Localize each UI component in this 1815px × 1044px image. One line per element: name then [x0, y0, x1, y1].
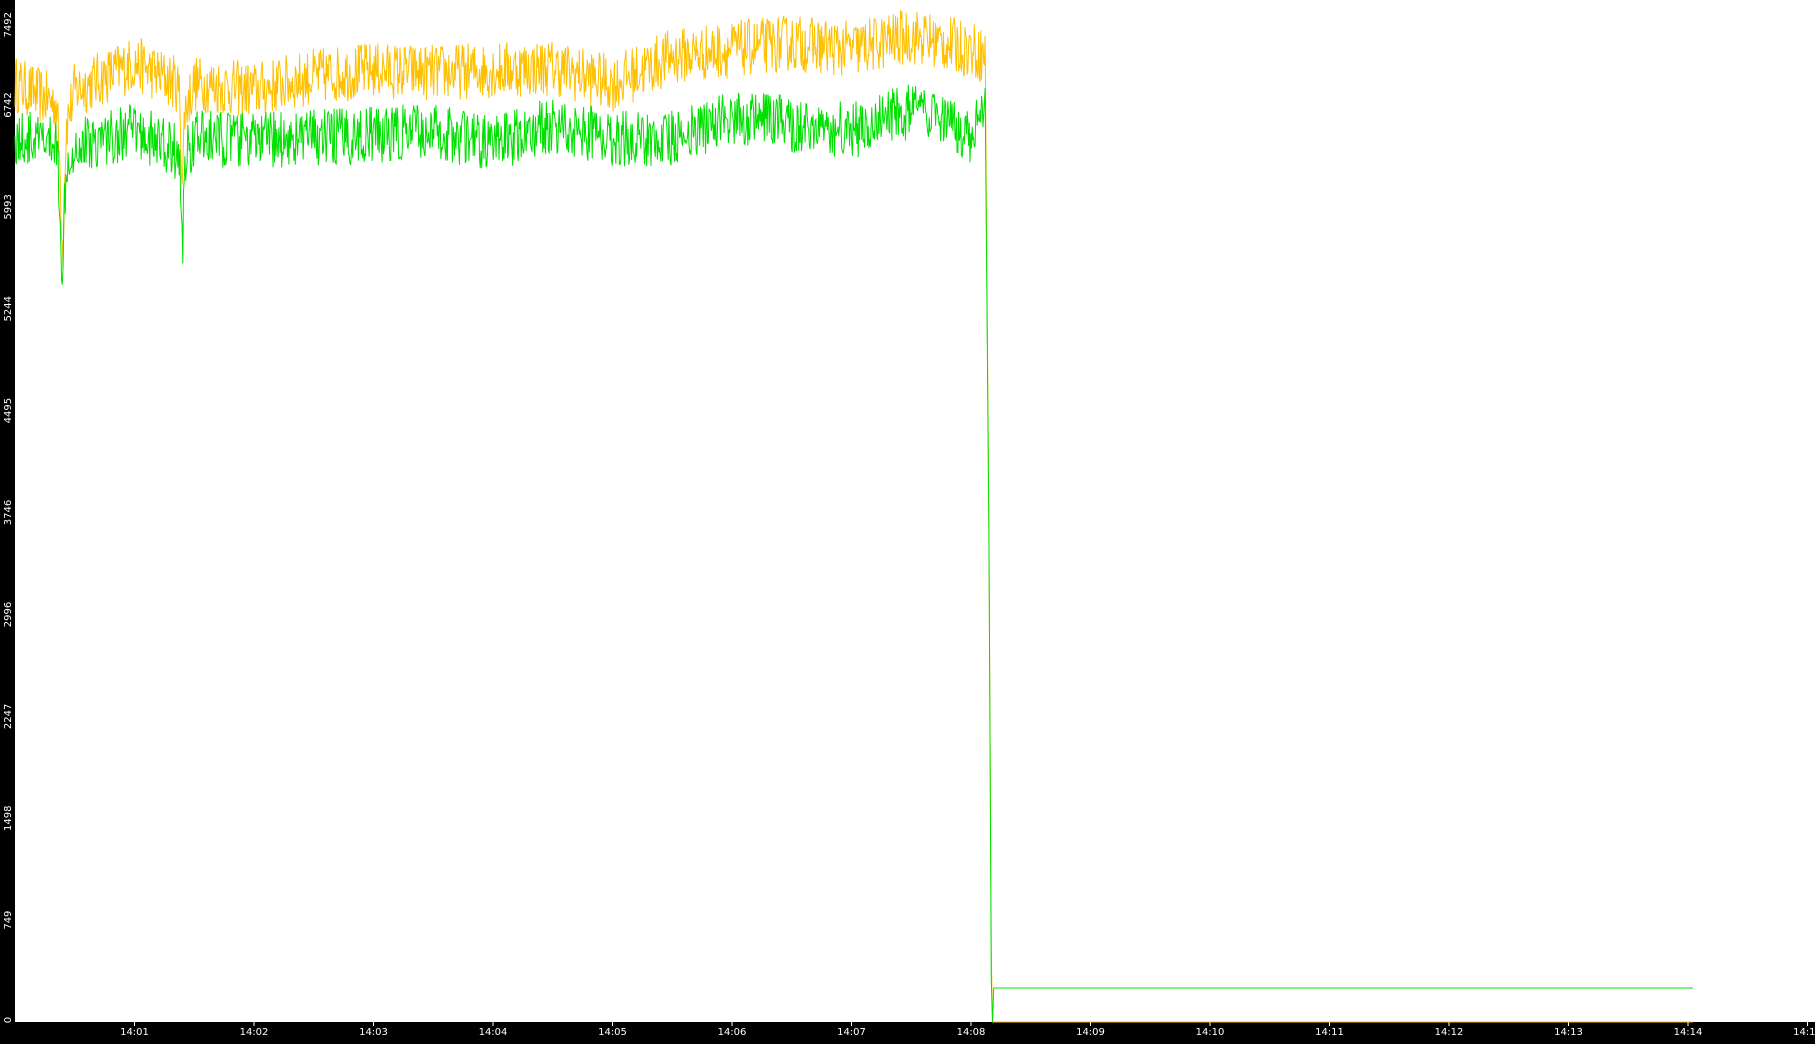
y-tick-label: 4495	[3, 398, 14, 423]
x-tick-label: 14:02	[240, 1027, 269, 1038]
x-tick-label: 14:09	[1076, 1027, 1105, 1038]
y-tick-label: 2247	[3, 704, 14, 729]
y-tick-label: 7492	[3, 12, 14, 37]
x-tick-label: 14:14	[1674, 1027, 1703, 1038]
y-tick-label: 6742	[3, 92, 14, 117]
x-tick-label: 14:11	[1315, 1027, 1344, 1038]
x-tick-label: 14:12	[1435, 1027, 1464, 1038]
x-tick-label: 14:05	[598, 1027, 627, 1038]
x-tick-label: 14:06	[718, 1027, 747, 1038]
line-chart: 0 749 1498 2247 2996 3746 4495 5244 5993 6742 7492…	[3, 0, 1815, 1038]
y-tick-label: 2996	[3, 602, 14, 627]
x-tick-label: 14:01	[120, 1027, 149, 1038]
y-tick-label: 3746	[3, 500, 14, 525]
y-tick-label: 1498	[3, 806, 14, 831]
x-tick-label: 14:15	[1793, 1027, 1815, 1038]
x-tick-label: 14:08	[957, 1027, 986, 1038]
x-tick-label: 14:04	[479, 1027, 508, 1038]
y-tick-label: 5244	[3, 296, 14, 321]
y-tick-label: 5993	[3, 194, 14, 219]
y-tick-label: 749	[3, 911, 14, 930]
chart: 0 749 1498 2247 2996 3746 4495 5244 5993 6742 7492…	[0, 0, 1815, 1039]
y-tick-label: 0	[3, 1017, 14, 1023]
x-tick-label: 14:10	[1196, 1027, 1225, 1038]
plot-area	[15, 0, 1815, 1022]
x-tick-label: 14:07	[837, 1027, 866, 1038]
x-tick-label: 14:03	[359, 1027, 388, 1038]
x-tick-label: 14:13	[1554, 1027, 1583, 1038]
